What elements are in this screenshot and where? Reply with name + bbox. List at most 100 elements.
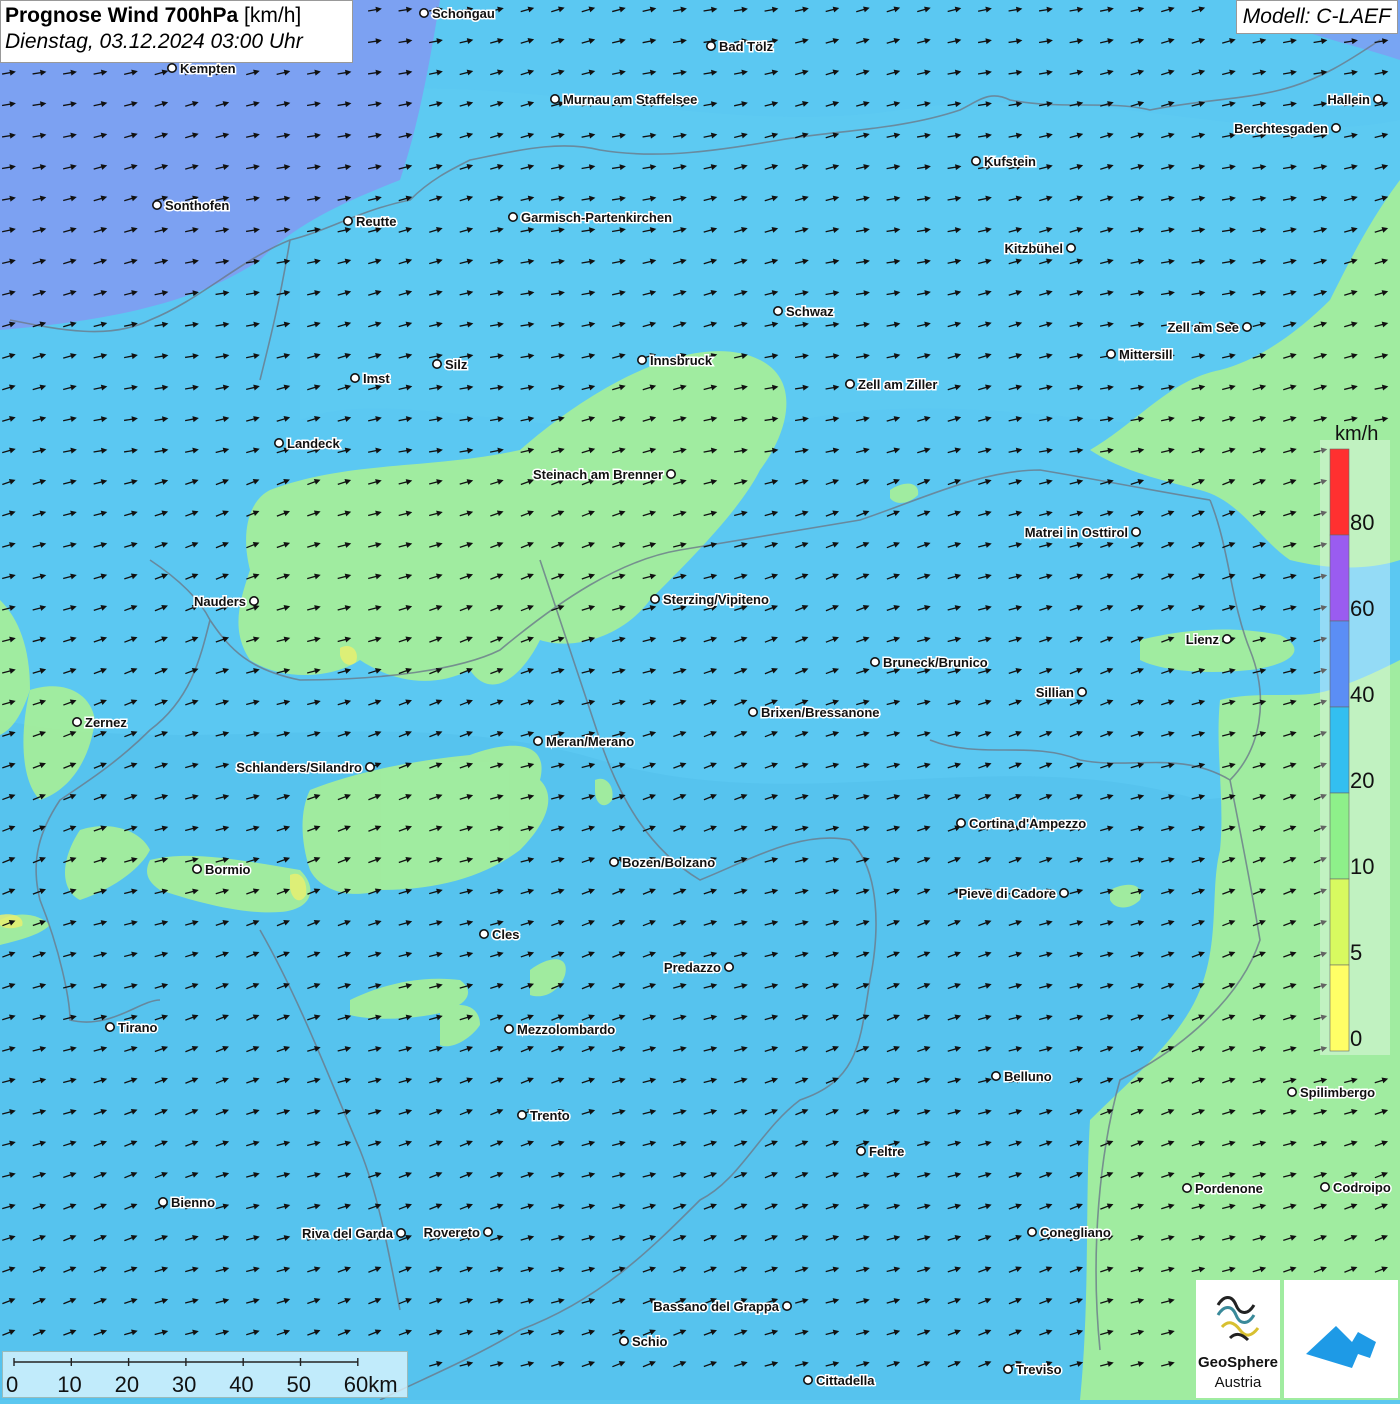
place-marker[interactable]: Brixen/Bressanone — [747, 704, 881, 722]
place-marker[interactable]: Bruneck/Brunico — [869, 654, 989, 672]
place-dot-icon — [1320, 1182, 1331, 1193]
title-box: Prognose Wind 700hPa [km/h] Dienstag, 03… — [0, 0, 353, 63]
legend-swatch — [1329, 448, 1350, 536]
place-label: Zell am Ziller — [858, 377, 937, 392]
place-label: Sterzing/Vipiteno — [663, 592, 769, 607]
place-dot-icon — [955, 817, 966, 828]
place-dot-icon — [855, 1146, 866, 1157]
place-marker[interactable]: Bassano del Grappa — [652, 1298, 792, 1316]
place-label: Bassano del Grappa — [653, 1299, 779, 1314]
place-dot-icon — [747, 706, 758, 717]
place-marker[interactable]: Zell am Ziller — [844, 376, 939, 394]
place-label: Reutte — [356, 214, 396, 229]
scale-label: 50 — [287, 1372, 311, 1397]
place-dot-icon — [869, 656, 880, 667]
place-marker[interactable]: Riva del Garda — [300, 1225, 406, 1243]
place-marker[interactable]: Murnau am Staffelsee — [549, 91, 699, 109]
scale-label: 40 — [229, 1372, 253, 1397]
place-dot-icon — [342, 216, 353, 227]
place-marker[interactable]: Garmisch-Partenkirchen — [507, 209, 674, 227]
legend-tick-label: 20 — [1350, 768, 1374, 793]
place-label: Cittadella — [816, 1373, 875, 1388]
place-label: Murnau am Staffelsee — [563, 92, 697, 107]
place-marker[interactable]: Innsbruck — [636, 352, 714, 370]
place-dot-icon — [608, 856, 619, 867]
place-label: Trento — [530, 1108, 570, 1123]
place-marker[interactable]: Meran/Merano — [532, 733, 636, 751]
legend-tick-label: 10 — [1350, 854, 1374, 879]
place-label: Berchtesgaden — [1234, 121, 1328, 136]
place-marker[interactable]: Schongau — [418, 5, 496, 23]
place-dot-icon — [1287, 1087, 1298, 1098]
place-marker[interactable]: Zell am See — [1166, 319, 1253, 337]
geosphere-emblem-icon — [1216, 1296, 1260, 1342]
place-label: Steinach am Brenner — [533, 467, 663, 482]
place-marker[interactable]: Bozen/Bolzano — [608, 854, 717, 872]
place-marker[interactable]: Schlanders/Silandro — [235, 759, 375, 777]
place-label: Mittersill — [1119, 347, 1172, 362]
place-marker[interactable]: Sterzing/Vipiteno — [649, 591, 770, 609]
title-unit: [km/h] — [244, 4, 302, 27]
scale-label: 0 — [6, 1372, 18, 1397]
place-dot-icon — [516, 1110, 527, 1121]
legend-swatches — [1329, 448, 1350, 1052]
place-dot-icon — [1131, 526, 1142, 537]
model-label: Modell: C-LAEF — [1235, 0, 1398, 34]
legend-swatch — [1329, 534, 1350, 622]
place-dot-icon — [1242, 321, 1253, 332]
place-label: Hallein — [1327, 92, 1370, 107]
place-label: Belluno — [1004, 1069, 1052, 1084]
place-marker[interactable]: Cortina d'Ampezzo — [955, 815, 1088, 833]
place-marker[interactable]: Pieve di Cadore — [957, 885, 1070, 903]
legend-swatch — [1329, 878, 1350, 966]
partner-logo[interactable] — [1284, 1280, 1398, 1398]
legend-tick-label: 0 — [1350, 1026, 1362, 1051]
place-label: Cortina d'Ampezzo — [969, 816, 1086, 831]
place-dot-icon — [478, 928, 489, 939]
place-label: Feltre — [869, 1144, 904, 1159]
title-text: Prognose Wind 700hPa — [5, 4, 239, 27]
place-dot-icon — [802, 1375, 813, 1386]
place-dot-icon — [772, 305, 783, 316]
place-marker[interactable]: Sonthofen — [152, 197, 231, 215]
place-marker[interactable]: Mezzolombardo — [503, 1021, 617, 1039]
place-label: Imst — [363, 371, 390, 386]
place-label: Schongau — [432, 6, 495, 21]
place-dot-icon — [395, 1228, 406, 1239]
place-marker[interactable]: Conegliano — [1027, 1224, 1112, 1242]
color-legend: km/h 80 60 40 20 10 5 0 — [1320, 423, 1390, 1055]
place-marker[interactable]: Pordenone — [1182, 1180, 1264, 1198]
place-label: Bormio — [205, 862, 251, 877]
place-dot-icon — [1066, 243, 1077, 254]
place-label: Zernez — [85, 715, 127, 730]
place-marker[interactable]: Spilimbergo — [1287, 1084, 1377, 1102]
place-marker[interactable]: Steinach am Brenner — [531, 466, 676, 484]
place-dot-icon — [532, 735, 543, 746]
place-label: Schwaz — [786, 304, 834, 319]
place-label: Spilimbergo — [1300, 1085, 1375, 1100]
place-label: Lienz — [1186, 632, 1220, 647]
place-label: Bienno — [171, 1195, 215, 1210]
place-marker[interactable]: Berchtesgaden — [1233, 120, 1342, 138]
wind-map: Schongau Bad Tölz Kempten Murnau am Staffel… — [0, 0, 1400, 1400]
place-dot-icon — [781, 1301, 792, 1312]
place-label: Nauders — [194, 594, 246, 609]
geosphere-logo[interactable]: GeoSphere Austria — [1196, 1280, 1280, 1398]
legend-unit: km/h — [1335, 423, 1378, 445]
place-dot-icon — [364, 761, 375, 772]
place-label: Innsbruck — [650, 353, 713, 368]
legend-swatch — [1329, 706, 1350, 794]
legend-swatch — [1329, 792, 1350, 880]
place-dot-icon — [273, 437, 284, 448]
place-label: Codroipo — [1333, 1180, 1391, 1195]
place-label: Predazzo — [664, 960, 721, 975]
place-dot-icon — [970, 156, 981, 167]
place-dot-icon — [1002, 1364, 1013, 1375]
scale-label: 60km — [344, 1372, 398, 1397]
place-label: Riva del Garda — [302, 1226, 394, 1241]
place-dot-icon — [665, 468, 676, 479]
place-dot-icon — [192, 863, 203, 874]
title-line1: Prognose Wind 700hPa [km/h] — [5, 4, 348, 28]
place-label: Zell am See — [1167, 320, 1239, 335]
place-marker[interactable]: Matrei in Osttirol — [1023, 524, 1142, 542]
